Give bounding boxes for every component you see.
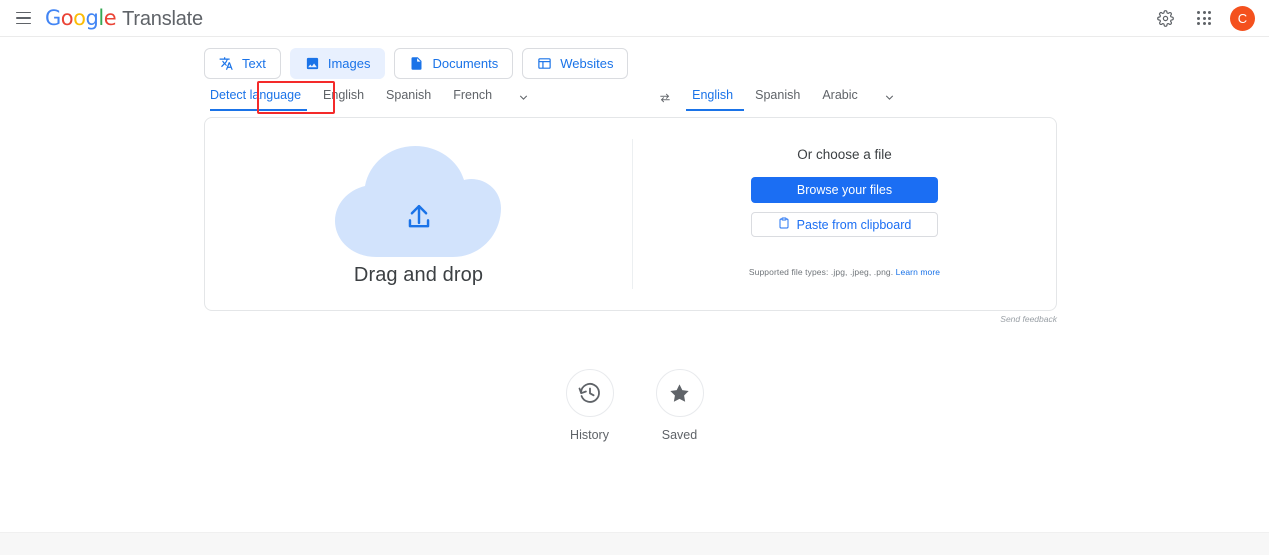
tab-documents[interactable]: Documents: [394, 48, 514, 79]
translate-icon: [219, 56, 234, 71]
hamburger-menu-icon[interactable]: [10, 5, 36, 31]
shortcut-history[interactable]: History: [565, 369, 614, 442]
website-icon: [537, 56, 552, 71]
google-logo: Google: [45, 5, 117, 30]
star-icon: [655, 369, 704, 417]
target-chevron-down-icon[interactable]: [869, 91, 908, 111]
send-feedback-link[interactable]: Send feedback: [204, 314, 1057, 324]
source-language-group: Detect language English Spanish French: [204, 88, 542, 111]
source-chevron-down-icon[interactable]: [503, 91, 542, 111]
language-bar: Detect language English Spanish French E…: [0, 79, 1269, 111]
history-clock-icon: [565, 369, 614, 417]
dropzone-title: Drag and drop: [353, 264, 484, 286]
cloud-graphic: [324, 145, 514, 260]
shortcut-saved-label: Saved: [661, 428, 698, 442]
learn-more-link[interactable]: Learn more: [896, 267, 940, 277]
source-lang-detect[interactable]: Detect language: [204, 88, 312, 111]
gear-icon[interactable]: [1152, 5, 1178, 31]
upload-arrow-icon: [403, 201, 434, 232]
image-icon: [305, 56, 320, 71]
mode-tabs: Text Images Documents Websites: [0, 37, 1269, 114]
tab-text-label: Text: [242, 56, 266, 71]
source-lang-french[interactable]: French: [442, 88, 503, 111]
choose-file-title: Or choose a file: [797, 147, 892, 162]
paste-from-clipboard-button[interactable]: Paste from clipboard: [751, 212, 938, 237]
clipboard-icon: [778, 217, 790, 232]
tab-websites[interactable]: Websites: [522, 48, 629, 79]
page-footer: [0, 532, 1269, 555]
tab-text[interactable]: Text: [204, 48, 281, 79]
source-lang-spanish[interactable]: Spanish: [375, 88, 442, 111]
shortcut-saved[interactable]: Saved: [655, 369, 704, 442]
document-icon: [409, 56, 424, 71]
tab-images[interactable]: Images: [289, 48, 386, 79]
tab-images-label: Images: [327, 56, 371, 71]
app-header: Google Translate C: [0, 0, 1269, 37]
target-lang-spanish[interactable]: Spanish: [744, 88, 811, 111]
supported-file-types: Supported file types: .jpg, .jpeg, .png.…: [749, 267, 940, 277]
supported-file-types-text: Supported file types: .jpg, .jpeg, .png.: [748, 267, 894, 277]
brand[interactable]: Google Translate: [45, 6, 203, 31]
target-language-group: English Spanish Arabic: [686, 88, 908, 111]
shortcut-history-label: History: [570, 428, 609, 442]
avatar[interactable]: C: [1230, 5, 1255, 31]
apps-grid-icon[interactable]: [1191, 5, 1217, 31]
header-actions: C: [1152, 5, 1255, 31]
upload-panel: Drag and drop Or choose a file Browse yo…: [204, 117, 1057, 311]
shortcut-buttons: History Saved: [0, 369, 1269, 442]
tab-websites-label: Websites: [560, 56, 614, 71]
paste-button-label: Paste from clipboard: [796, 217, 912, 232]
tab-documents-label: Documents: [432, 56, 499, 71]
choose-file-section: Or choose a file Browse your files Paste…: [633, 118, 1056, 310]
target-lang-english[interactable]: English: [686, 88, 745, 111]
source-lang-english[interactable]: English: [312, 88, 375, 111]
dropzone[interactable]: Drag and drop: [205, 118, 632, 310]
swap-arrows-icon[interactable]: [658, 91, 672, 105]
product-name: Translate: [122, 7, 203, 30]
browse-files-button[interactable]: Browse your files: [751, 177, 938, 203]
target-lang-arabic[interactable]: Arabic: [811, 88, 868, 111]
